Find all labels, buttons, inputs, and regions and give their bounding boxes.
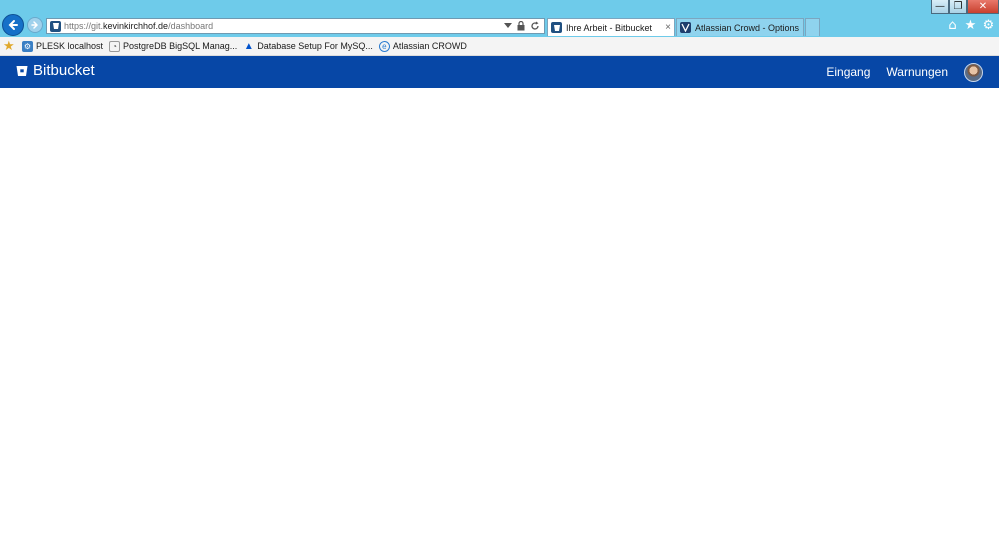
refresh-icon[interactable] — [530, 21, 540, 31]
bitbucket-logo[interactable]: Bitbucket — [16, 62, 95, 79]
url-host: kevinkirchhof.de — [103, 21, 169, 31]
favorite-postgres[interactable]: ◔ PostgreDB BigSQL Manag... — [109, 40, 238, 52]
atlassian-icon: ▲ — [243, 40, 254, 52]
arrow-right-icon — [31, 21, 39, 29]
crowd-tab-icon — [680, 22, 691, 33]
favorites-bar: ★ ⚙ PLESK localhost ◔ PostgreDB BigSQL M… — [0, 37, 999, 56]
arrow-left-icon — [8, 20, 18, 30]
address-bar[interactable]: https://git.kevinkirchhof.de/dashboard — [46, 18, 545, 34]
tab-ihre-arbeit[interactable]: Ihre Arbeit - Bitbucket × — [547, 18, 675, 36]
lock-icon[interactable] — [517, 21, 525, 31]
bitbucket-header: Bitbucket Eingang Warnungen — [0, 56, 999, 88]
bitbucket-favicon-icon — [50, 20, 61, 32]
favorite-label: Database Setup For MySQ... — [257, 41, 373, 51]
favorite-atlassian-crowd[interactable]: e Atlassian CROWD — [378, 40, 467, 52]
bitbucket-tab-icon — [551, 22, 562, 33]
user-avatar[interactable] — [964, 62, 983, 82]
window-controls: — ❐ ✕ — [931, 0, 999, 14]
url-scheme: https://git. — [64, 21, 104, 31]
favorites-star-icon[interactable]: ★ — [964, 19, 977, 32]
tab-label: Ihre Arbeit - Bitbucket — [566, 22, 653, 33]
home-icon[interactable]: ⌂ — [946, 19, 959, 32]
favorite-plesk[interactable]: ⚙ PLESK localhost — [22, 40, 104, 52]
dashboard-content — [0, 88, 999, 537]
favorite-label: PostgreDB BigSQL Manag... — [123, 41, 238, 51]
address-url[interactable]: https://git.kevinkirchhof.de/dashboard — [64, 21, 504, 31]
favorites-bar-star-icon[interactable]: ★ — [3, 38, 19, 54]
minimize-button[interactable]: — — [931, 0, 949, 14]
new-tab-button[interactable] — [805, 18, 820, 36]
tab-atlassian-crowd[interactable]: Atlassian Crowd - Options — [676, 18, 804, 36]
restore-button[interactable]: ❐ — [949, 0, 967, 14]
back-button[interactable] — [2, 14, 24, 36]
url-path: /dashboard — [168, 21, 214, 31]
search-dropdown-icon[interactable] — [504, 23, 512, 29]
postgres-icon: ◔ — [109, 40, 121, 52]
favorite-database-setup[interactable]: ▲ Database Setup For MySQ... — [243, 41, 373, 52]
forward-button[interactable] — [27, 17, 43, 33]
browser-chrome: — ❐ ✕ https://git.kevinkirchhof.de/dashb… — [0, 0, 999, 37]
inbox-link[interactable]: Eingang — [826, 65, 870, 79]
gear-icon[interactable]: ⚙ — [982, 19, 995, 32]
warnings-link[interactable]: Warnungen — [886, 65, 948, 79]
header-nav: Eingang Warnungen — [826, 56, 999, 88]
brand-name: Bitbucket — [33, 62, 95, 79]
close-window-button[interactable]: ✕ — [967, 0, 999, 14]
ie-page-icon: e — [378, 40, 390, 52]
tab-label: Atlassian Crowd - Options — [695, 22, 800, 33]
favorite-label: Atlassian CROWD — [392, 41, 467, 51]
plesk-icon: ⚙ — [22, 40, 33, 52]
favorite-label: PLESK localhost — [36, 41, 104, 51]
close-tab-icon[interactable]: × — [662, 22, 674, 33]
bitbucket-bucket-icon — [16, 65, 28, 76]
browser-toolbar-icons: ⌂ ★ ⚙ — [946, 19, 995, 32]
